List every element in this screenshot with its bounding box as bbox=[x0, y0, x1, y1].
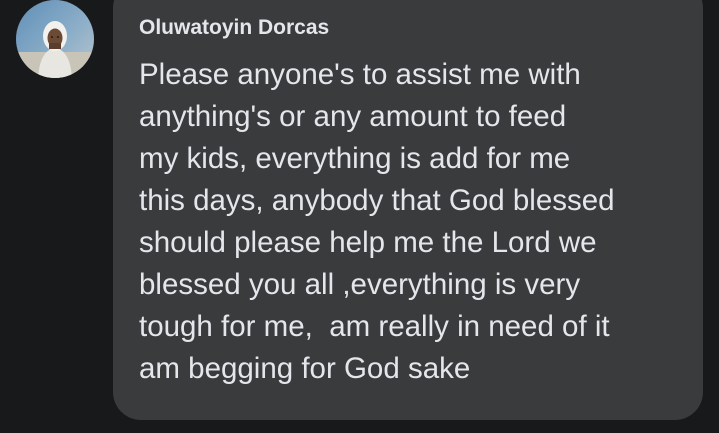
comment-text-line: blessed you all ,everything is very bbox=[139, 268, 581, 301]
comment-text-line: tough for me, am really in need of it bbox=[139, 310, 610, 343]
profile-photo-icon bbox=[16, 0, 94, 78]
comment-text-line: this days, anybody that God blessed bbox=[139, 184, 615, 217]
author-name[interactable]: Oluwatoyin Dorcas bbox=[139, 15, 329, 41]
comment-text: Please anyone's to assist me with anythi… bbox=[139, 54, 699, 390]
avatar[interactable] bbox=[16, 0, 94, 78]
comment-text-line: anything's or any amount to feed bbox=[139, 100, 567, 133]
comment-text-line: should please help me the Lord we bbox=[139, 226, 597, 259]
comment-text-line: Please anyone's to assist me with bbox=[139, 58, 581, 91]
comment: Oluwatoyin Dorcas Please anyone's to ass… bbox=[0, 0, 719, 433]
comment-text-line: am begging for God sake bbox=[139, 352, 471, 385]
comment-text-line: my kids, everything is add for me bbox=[139, 142, 571, 175]
